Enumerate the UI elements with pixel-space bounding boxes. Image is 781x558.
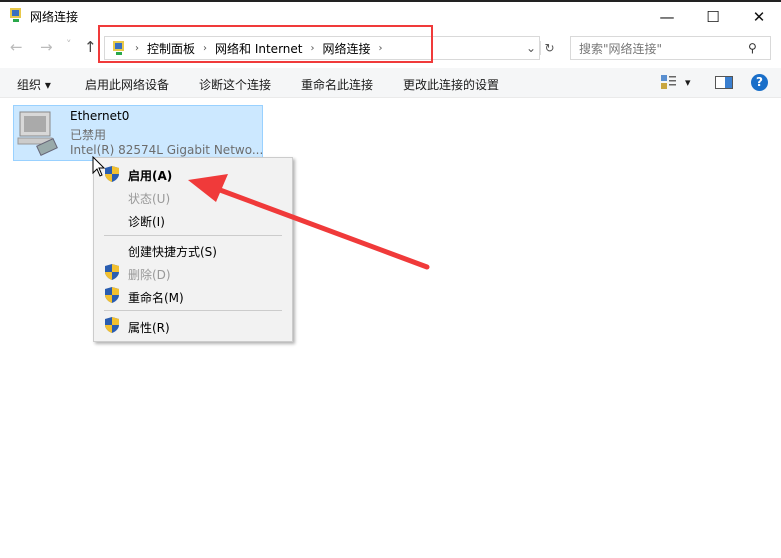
window-title: 网络连接 (30, 10, 79, 24)
uac-shield-icon (105, 166, 119, 182)
back-button[interactable]: ← (10, 38, 23, 56)
search-placeholder: 搜索"网络连接" (579, 41, 663, 56)
diagnose-button[interactable]: 诊断这个连接 (199, 76, 271, 93)
up-button[interactable]: ↑ (84, 38, 97, 56)
address-dropdown-button[interactable]: ⌄ (522, 41, 540, 55)
view-dropdown-button[interactable]: ▾ (685, 76, 691, 89)
adapter-name: Ethernet0 (70, 109, 130, 123)
adapter-ethernet0[interactable]: Ethernet0 已禁用 Intel(R) 82574L Gigabit Ne… (13, 105, 263, 161)
search-icon[interactable]: ⚲ (748, 41, 770, 55)
search-input[interactable]: 搜索"网络连接" ⚲ (570, 36, 771, 60)
annotation-highlight-box (98, 25, 433, 63)
help-button[interactable]: ? (751, 74, 768, 91)
menu-item-properties[interactable]: 属性(R) (128, 319, 170, 336)
network-adapter-icon (17, 111, 58, 156)
network-connections-icon (10, 8, 21, 22)
view-options-icon[interactable] (661, 75, 677, 90)
adapter-status: 已禁用 (70, 128, 107, 142)
maximize-button[interactable]: ☐ (690, 4, 736, 30)
uac-shield-icon (105, 317, 119, 333)
adapter-device: Intel(R) 82574L Gigabit Netwo... (70, 143, 264, 157)
uac-shield-icon (105, 287, 119, 303)
menu-item-rename[interactable]: 重命名(M) (128, 289, 184, 306)
menu-separator (104, 310, 282, 311)
recent-locations-button[interactable]: ˅ (66, 38, 72, 51)
change-settings-button[interactable]: 更改此连接的设置 (403, 76, 499, 93)
refresh-button[interactable]: ↻ (540, 41, 558, 55)
top-border (0, 0, 781, 2)
menu-item-status[interactable]: 状态(U) (128, 190, 170, 207)
organize-menu[interactable]: 组织 ▾ (17, 76, 51, 93)
annotation-arrow (188, 174, 430, 270)
minimize-button[interactable]: — (644, 4, 690, 30)
close-button[interactable]: ✕ (736, 4, 781, 30)
rename-button[interactable]: 重命名此连接 (301, 76, 373, 93)
address-tools: ⌄ ↻ (522, 36, 560, 60)
enable-device-button[interactable]: 启用此网络设备 (85, 76, 169, 93)
menu-item-enable[interactable]: 启用(A) (128, 167, 172, 184)
uac-shield-icon (105, 264, 119, 280)
mouse-cursor-icon (92, 156, 106, 177)
menu-item-diagnose[interactable]: 诊断(I) (128, 213, 165, 230)
forward-button[interactable]: → (40, 38, 53, 56)
menu-item-delete[interactable]: 删除(D) (128, 266, 171, 283)
preview-pane-icon[interactable] (715, 76, 733, 89)
